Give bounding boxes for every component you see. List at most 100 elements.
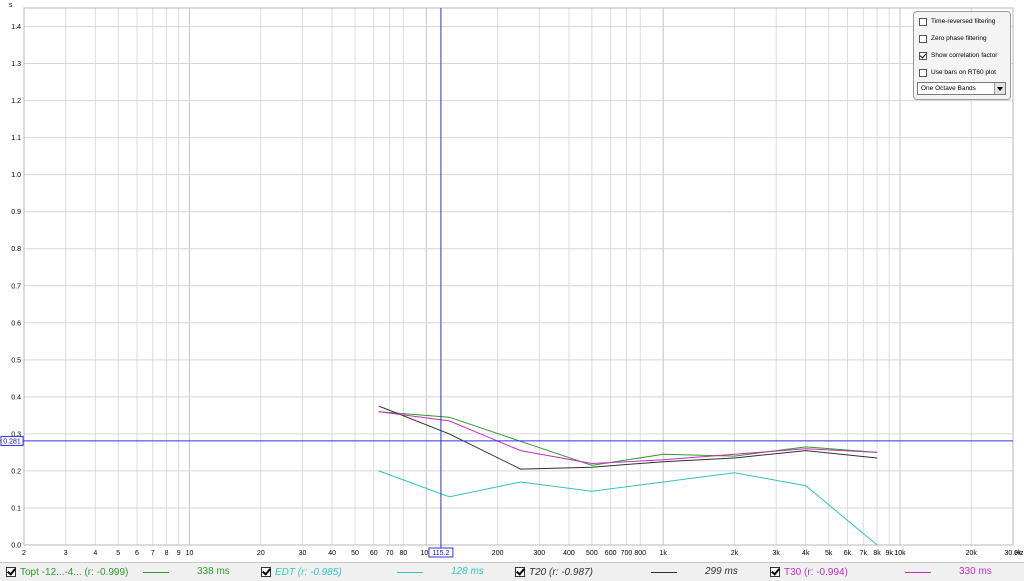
bars-checkbox[interactable] xyxy=(919,68,927,77)
plot-area[interactable]: s Hz 2 3 4 5 6 7 8 9 10 20 30 40 50 60 70 80 100 200 300 40… xyxy=(0,0,1024,562)
x-tick-label: 8k xyxy=(873,550,881,557)
x-tick-label: 400 xyxy=(563,550,575,557)
cursor-x-label: 115.2 xyxy=(432,550,449,557)
x-tick-label: 30.0k xyxy=(1004,550,1022,557)
legend-name-topt: Topt -12...-4... (r: -0.999) xyxy=(20,566,129,578)
x-tick-label: 7k xyxy=(860,550,868,557)
x-tick-label: 4k xyxy=(802,550,810,557)
band-select-value: One Octave Bands xyxy=(921,85,976,92)
legend-item-t30[interactable]: T30 (r: -0.994) xyxy=(770,563,848,581)
y-tick-label: 0.6 xyxy=(11,320,21,327)
x-tick-label: 2k xyxy=(731,550,739,557)
x-tick-label: 9 xyxy=(177,550,181,557)
time-reversed-checkbox[interactable] xyxy=(919,17,927,26)
x-tick-label: 800 xyxy=(634,550,646,557)
legend-checkbox-t20[interactable] xyxy=(515,567,525,577)
x-tick-label: 700 xyxy=(621,550,633,557)
y-axis-unit: s xyxy=(9,2,13,9)
y-tick-label: 0.5 xyxy=(11,357,21,364)
chevron-down-icon[interactable] xyxy=(994,83,1005,94)
x-tick-label: 6 xyxy=(135,550,139,557)
y-tick-label: 1.4 xyxy=(11,24,21,31)
x-tick-label: 20 xyxy=(257,550,265,557)
plot-frame xyxy=(23,7,1014,546)
x-tick-label: 80 xyxy=(400,550,408,557)
x-tick-label: 50 xyxy=(351,550,359,557)
legend-value-topt: 338 ms xyxy=(197,566,230,577)
legend-name-t20: T20 (r: -0.987) xyxy=(529,566,593,578)
y-tick-label: 0.4 xyxy=(11,394,21,401)
vertical-grid xyxy=(23,8,1014,545)
y-tick-label: 1.2 xyxy=(11,98,21,105)
series-line-3 xyxy=(378,411,878,465)
legend-swatch-t30 xyxy=(905,572,931,573)
series-lines xyxy=(378,405,878,546)
legend-name-t30: T30 (r: -0.994) xyxy=(784,566,848,578)
zero-phase-checkbox[interactable] xyxy=(919,34,927,43)
legend-item-topt[interactable]: Topt -12...-4... (r: -0.999) xyxy=(6,563,128,581)
cursor-x-readout: 115.2 xyxy=(428,547,454,558)
legend-value-t20: 299 ms xyxy=(705,566,738,577)
y-tick-labels: 0.00.10.20.30.40.50.60.70.80.91.01.11.21… xyxy=(11,24,21,549)
series-line-0 xyxy=(378,411,878,466)
legend-item-t20[interactable]: T20 (r: -0.987) xyxy=(515,563,593,581)
x-tick-label: 60 xyxy=(370,550,378,557)
x-tick-label: 7 xyxy=(151,550,155,557)
x-tick-label: 4 xyxy=(93,550,97,557)
zero-phase-label: Zero phase filtering xyxy=(931,35,987,42)
x-tick-label: 2 xyxy=(22,550,26,557)
x-tick-label: 3k xyxy=(772,550,780,557)
time-reversed-option[interactable]: Time-reversed filtering xyxy=(919,16,995,27)
correlation-checkbox[interactable] xyxy=(919,51,927,60)
cursor-y-label: 0.281 xyxy=(3,438,21,445)
legend-swatch-t20 xyxy=(651,572,677,573)
legend-swatch-edt xyxy=(397,572,423,573)
y-tick-label: 0.0 xyxy=(11,543,21,550)
y-tick-label: 1.0 xyxy=(11,172,21,179)
horizontal-grid xyxy=(24,26,1013,546)
legend-item-edt[interactable]: EDT (r: -0.985) xyxy=(261,563,342,581)
x-tick-label: 30 xyxy=(299,550,307,557)
y-tick-label: 1.3 xyxy=(11,61,21,68)
x-tick-label: 9k xyxy=(885,550,893,557)
x-tick-label: 6k xyxy=(844,550,852,557)
bars-label: Use bars on RT60 plot xyxy=(931,69,996,76)
legend-checkbox-edt[interactable] xyxy=(261,567,271,577)
y-tick-label: 0.8 xyxy=(11,246,21,253)
y-tick-label: 0.9 xyxy=(11,209,21,216)
legend-checkbox-topt[interactable] xyxy=(6,567,16,577)
zero-phase-option[interactable]: Zero phase filtering xyxy=(919,33,987,44)
x-tick-label: 10k xyxy=(894,550,906,557)
x-tick-label: 200 xyxy=(492,550,504,557)
x-tick-label: 5k xyxy=(825,550,833,557)
correlation-label: Show correlation factor xyxy=(931,52,998,59)
x-tick-label: 8 xyxy=(165,550,169,557)
time-reversed-label: Time-reversed filtering xyxy=(931,18,996,25)
x-tick-label: 600 xyxy=(605,550,617,557)
rt60-chart[interactable]: s Hz 2 3 4 5 6 7 8 9 10 20 30 40 50 60 70 80 100 200 300 40… xyxy=(0,0,1024,562)
legend-value-edt: 128 ms xyxy=(451,566,484,577)
x-tick-label: 10 xyxy=(186,550,194,557)
legend-swatch-topt xyxy=(143,572,169,573)
y-tick-label: 0.1 xyxy=(11,505,21,512)
band-select[interactable]: One Octave Bands xyxy=(917,82,1006,95)
x-tick-label: 70 xyxy=(386,550,394,557)
x-tick-label: 500 xyxy=(586,550,598,557)
x-tick-label: 5 xyxy=(116,550,120,557)
legend-bar: Topt -12...-4... (r: -0.999) 338 ms EDT … xyxy=(0,562,1024,581)
x-tick-label: 3 xyxy=(64,550,68,557)
bars-option[interactable]: Use bars on RT60 plot xyxy=(919,67,996,78)
y-tick-label: 0.2 xyxy=(11,468,21,475)
legend-name-edt: EDT (r: -0.985) xyxy=(275,566,342,578)
x-tick-label: 300 xyxy=(534,550,546,557)
filter-options-panel: Time-reversed filtering Zero phase filte… xyxy=(913,11,1011,100)
x-tick-label: 20k xyxy=(966,550,978,557)
y-tick-label: 1.1 xyxy=(11,135,21,142)
correlation-option[interactable]: Show correlation factor xyxy=(919,50,997,61)
cursor-y-readout: 0.281 xyxy=(0,435,24,446)
x-tick-labels: 2 3 4 5 6 7 8 9 10 20 30 40 50 60 70 80 100 200 300 400 500 6… xyxy=(22,550,1022,557)
x-tick-label: 40 xyxy=(328,550,336,557)
legend-value-t30: 330 ms xyxy=(959,566,992,577)
legend-checkbox-t30[interactable] xyxy=(770,567,780,577)
y-tick-label: 0.7 xyxy=(11,283,21,290)
